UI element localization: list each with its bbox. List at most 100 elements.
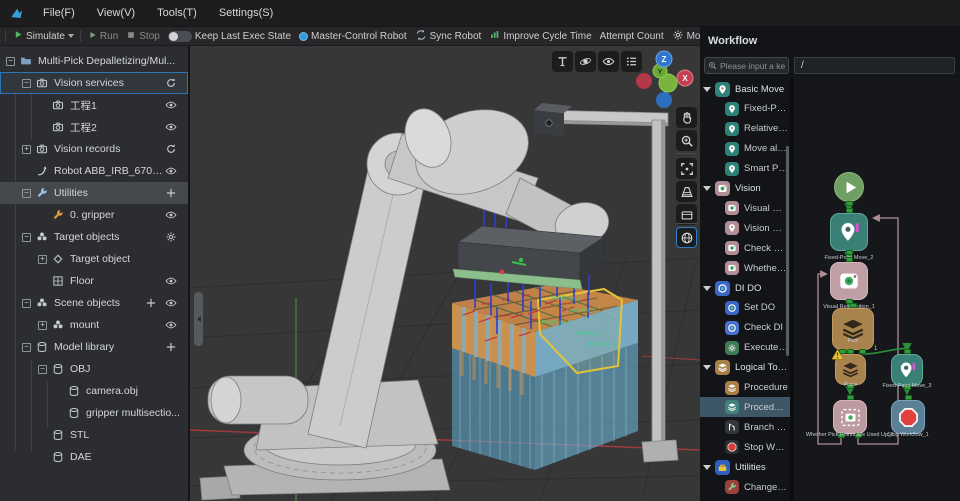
- chevron-down-icon[interactable]: [703, 87, 711, 92]
- menu-item-viewv[interactable]: View(V): [97, 7, 135, 19]
- library-item-relative-move[interactable]: Relative Move: [700, 119, 790, 139]
- eye-icon[interactable]: [164, 274, 178, 288]
- library-item-utilities[interactable]: Utilities: [700, 457, 790, 477]
- library-item-di-do[interactable]: DI DO: [700, 278, 790, 298]
- tree-row-utilities[interactable]: −Utilities: [0, 182, 188, 204]
- gear-icon[interactable]: [164, 230, 178, 244]
- collapse-icon[interactable]: −: [38, 365, 47, 374]
- gizmo-neg-x[interactable]: [636, 73, 652, 89]
- library-item-set-do[interactable]: Set DO: [700, 298, 790, 318]
- tree-row---1[interactable]: 工程1: [0, 94, 188, 116]
- node-port[interactable]: [846, 208, 853, 213]
- search-input[interactable]: [720, 61, 785, 71]
- collapse-icon[interactable]: −: [22, 79, 31, 88]
- library-item-branch-by----[interactable]: Branch by ...: [700, 417, 790, 437]
- workflow-graph-canvas[interactable]: 0 1 Fixed-Point Move_2Visual Recognition…: [794, 78, 960, 501]
- tree-row-0--gripper[interactable]: 0. gripper: [0, 204, 188, 226]
- tree-row-target-objects[interactable]: −Target objects: [0, 226, 188, 248]
- tree-row-vision-records[interactable]: +Vision records: [0, 138, 188, 160]
- eye-icon[interactable]: [164, 208, 178, 222]
- node-port[interactable]: [847, 349, 854, 354]
- toggle-switch[interactable]: [168, 31, 192, 42]
- menu-item-filef[interactable]: File(F): [43, 7, 75, 19]
- chevron-down-icon[interactable]: [703, 465, 711, 470]
- graph-breadcrumb[interactable]: /: [794, 57, 955, 74]
- sync-robot-button[interactable]: Sync Robot: [411, 29, 486, 44]
- eye-icon[interactable]: [164, 120, 178, 134]
- node-port[interactable]: [904, 349, 911, 354]
- library-item-fixed-point----[interactable]: Fixed-Point ...: [700, 99, 790, 119]
- refresh-icon[interactable]: [164, 76, 178, 90]
- tree-row-robot-abb_irb_6700_20---[interactable]: Robot ABB_IRB_6700_20...: [0, 160, 188, 182]
- tree-row---2[interactable]: 工程2: [0, 116, 188, 138]
- gizmo-neg-z[interactable]: [656, 92, 672, 108]
- library-item-execute-too---[interactable]: Execute Too...: [700, 338, 790, 358]
- tree-row-gripper-multisectio---[interactable]: gripper multisectio...: [0, 402, 188, 424]
- library-item-whether-pic---[interactable]: Whether Pic...: [700, 258, 790, 278]
- tree-row-dae[interactable]: DAE: [0, 446, 188, 468]
- library-item-move-along---[interactable]: Move along...: [700, 139, 790, 159]
- workflow-node-fpm2[interactable]: [830, 213, 868, 251]
- library-item-procedure[interactable]: Procedure: [700, 378, 790, 398]
- node-port[interactable]: [859, 349, 866, 354]
- stop-button[interactable]: Stop: [122, 30, 164, 43]
- chevron-down-icon[interactable]: [703, 365, 711, 370]
- library-item-check-di[interactable]: Check DI: [700, 318, 790, 338]
- tree-row-target-object[interactable]: +Target object: [0, 248, 188, 270]
- workflow-node-place[interactable]: [835, 354, 866, 385]
- eye-icon[interactable]: [164, 164, 178, 178]
- perspective-icon[interactable]: [676, 181, 697, 202]
- simulate-button[interactable]: Simulate: [8, 29, 78, 43]
- menu-item-toolst[interactable]: Tools(T): [157, 7, 197, 19]
- tree-row-scene-objects[interactable]: −Scene objects: [0, 292, 188, 314]
- visibility-icon[interactable]: [598, 51, 619, 72]
- eye-icon[interactable]: [164, 318, 178, 332]
- collapse-icon[interactable]: −: [22, 343, 31, 352]
- library-item-smart-path-i---[interactable]: Smart Path i...: [700, 159, 790, 179]
- zoom-in-icon[interactable]: [676, 130, 697, 151]
- workflow-node-stop[interactable]: [891, 400, 925, 434]
- tree-row-obj[interactable]: −OBJ: [0, 358, 188, 380]
- panel-collapse-handle[interactable]: [194, 292, 203, 346]
- collapse-icon[interactable]: −: [6, 57, 15, 66]
- simulate-dropdown-icon[interactable]: [68, 34, 74, 38]
- improve-cycle-button[interactable]: Improve Cycle Time: [485, 29, 595, 43]
- run-button[interactable]: Run: [83, 30, 122, 43]
- node-port[interactable]: [847, 395, 854, 400]
- library-item-vision-move[interactable]: Vision Move: [700, 218, 790, 238]
- tree-row-floor[interactable]: Floor: [0, 270, 188, 292]
- library-item-logical-topology[interactable]: Logical Topology: [700, 358, 790, 378]
- collapse-icon[interactable]: −: [22, 233, 31, 242]
- expand-icon[interactable]: +: [38, 255, 47, 264]
- tree-row-multi-pick-depalletizing[interactable]: −Multi-Pick Depalletizing/Mul...: [0, 50, 188, 72]
- library-item-visual-reco---[interactable]: Visual Reco...: [700, 198, 790, 218]
- frame-icon[interactable]: [552, 51, 573, 72]
- library-item-check-visio---[interactable]: Check Visio...: [700, 238, 790, 258]
- workflow-node-whether[interactable]: [833, 400, 867, 434]
- attempt-count-button[interactable]: Attempt Count: [596, 31, 668, 42]
- workflow-node-start[interactable]: [834, 172, 864, 202]
- library-item-basic-move[interactable]: Basic Move: [700, 79, 790, 99]
- library-item-stop-workfl---[interactable]: Stop Workfl...: [700, 437, 790, 457]
- collapse-icon[interactable]: −: [22, 189, 31, 198]
- tree-row-mount[interactable]: +mount: [0, 314, 188, 336]
- tree-row-camera-obj[interactable]: camera.obj: [0, 380, 188, 402]
- plus-icon[interactable]: [144, 296, 158, 310]
- eye-icon[interactable]: [164, 296, 178, 310]
- library-item-vision[interactable]: Vision: [700, 179, 790, 199]
- expand-icon[interactable]: +: [38, 321, 47, 330]
- chevron-down-icon[interactable]: [703, 286, 711, 291]
- node-port[interactable]: [905, 395, 912, 400]
- 3d-scene[interactable]: Y Z X: [190, 46, 700, 501]
- library-item-procedure-e---[interactable]: Procedure E...: [700, 397, 790, 417]
- fit-view-icon[interactable]: [676, 158, 697, 179]
- plus-icon[interactable]: [164, 186, 178, 200]
- tree-row-vision-services[interactable]: −Vision services: [0, 72, 188, 94]
- expand-icon[interactable]: +: [22, 145, 31, 154]
- hand-icon[interactable]: [676, 107, 697, 128]
- workflow-node-fpm3[interactable]: [891, 354, 923, 386]
- tree-row-stl[interactable]: STL: [0, 424, 188, 446]
- keep-last-exec-toggle[interactable]: Keep Last Exec State: [164, 31, 295, 42]
- ortho-icon[interactable]: [676, 204, 697, 225]
- collapse-icon[interactable]: −: [22, 299, 31, 308]
